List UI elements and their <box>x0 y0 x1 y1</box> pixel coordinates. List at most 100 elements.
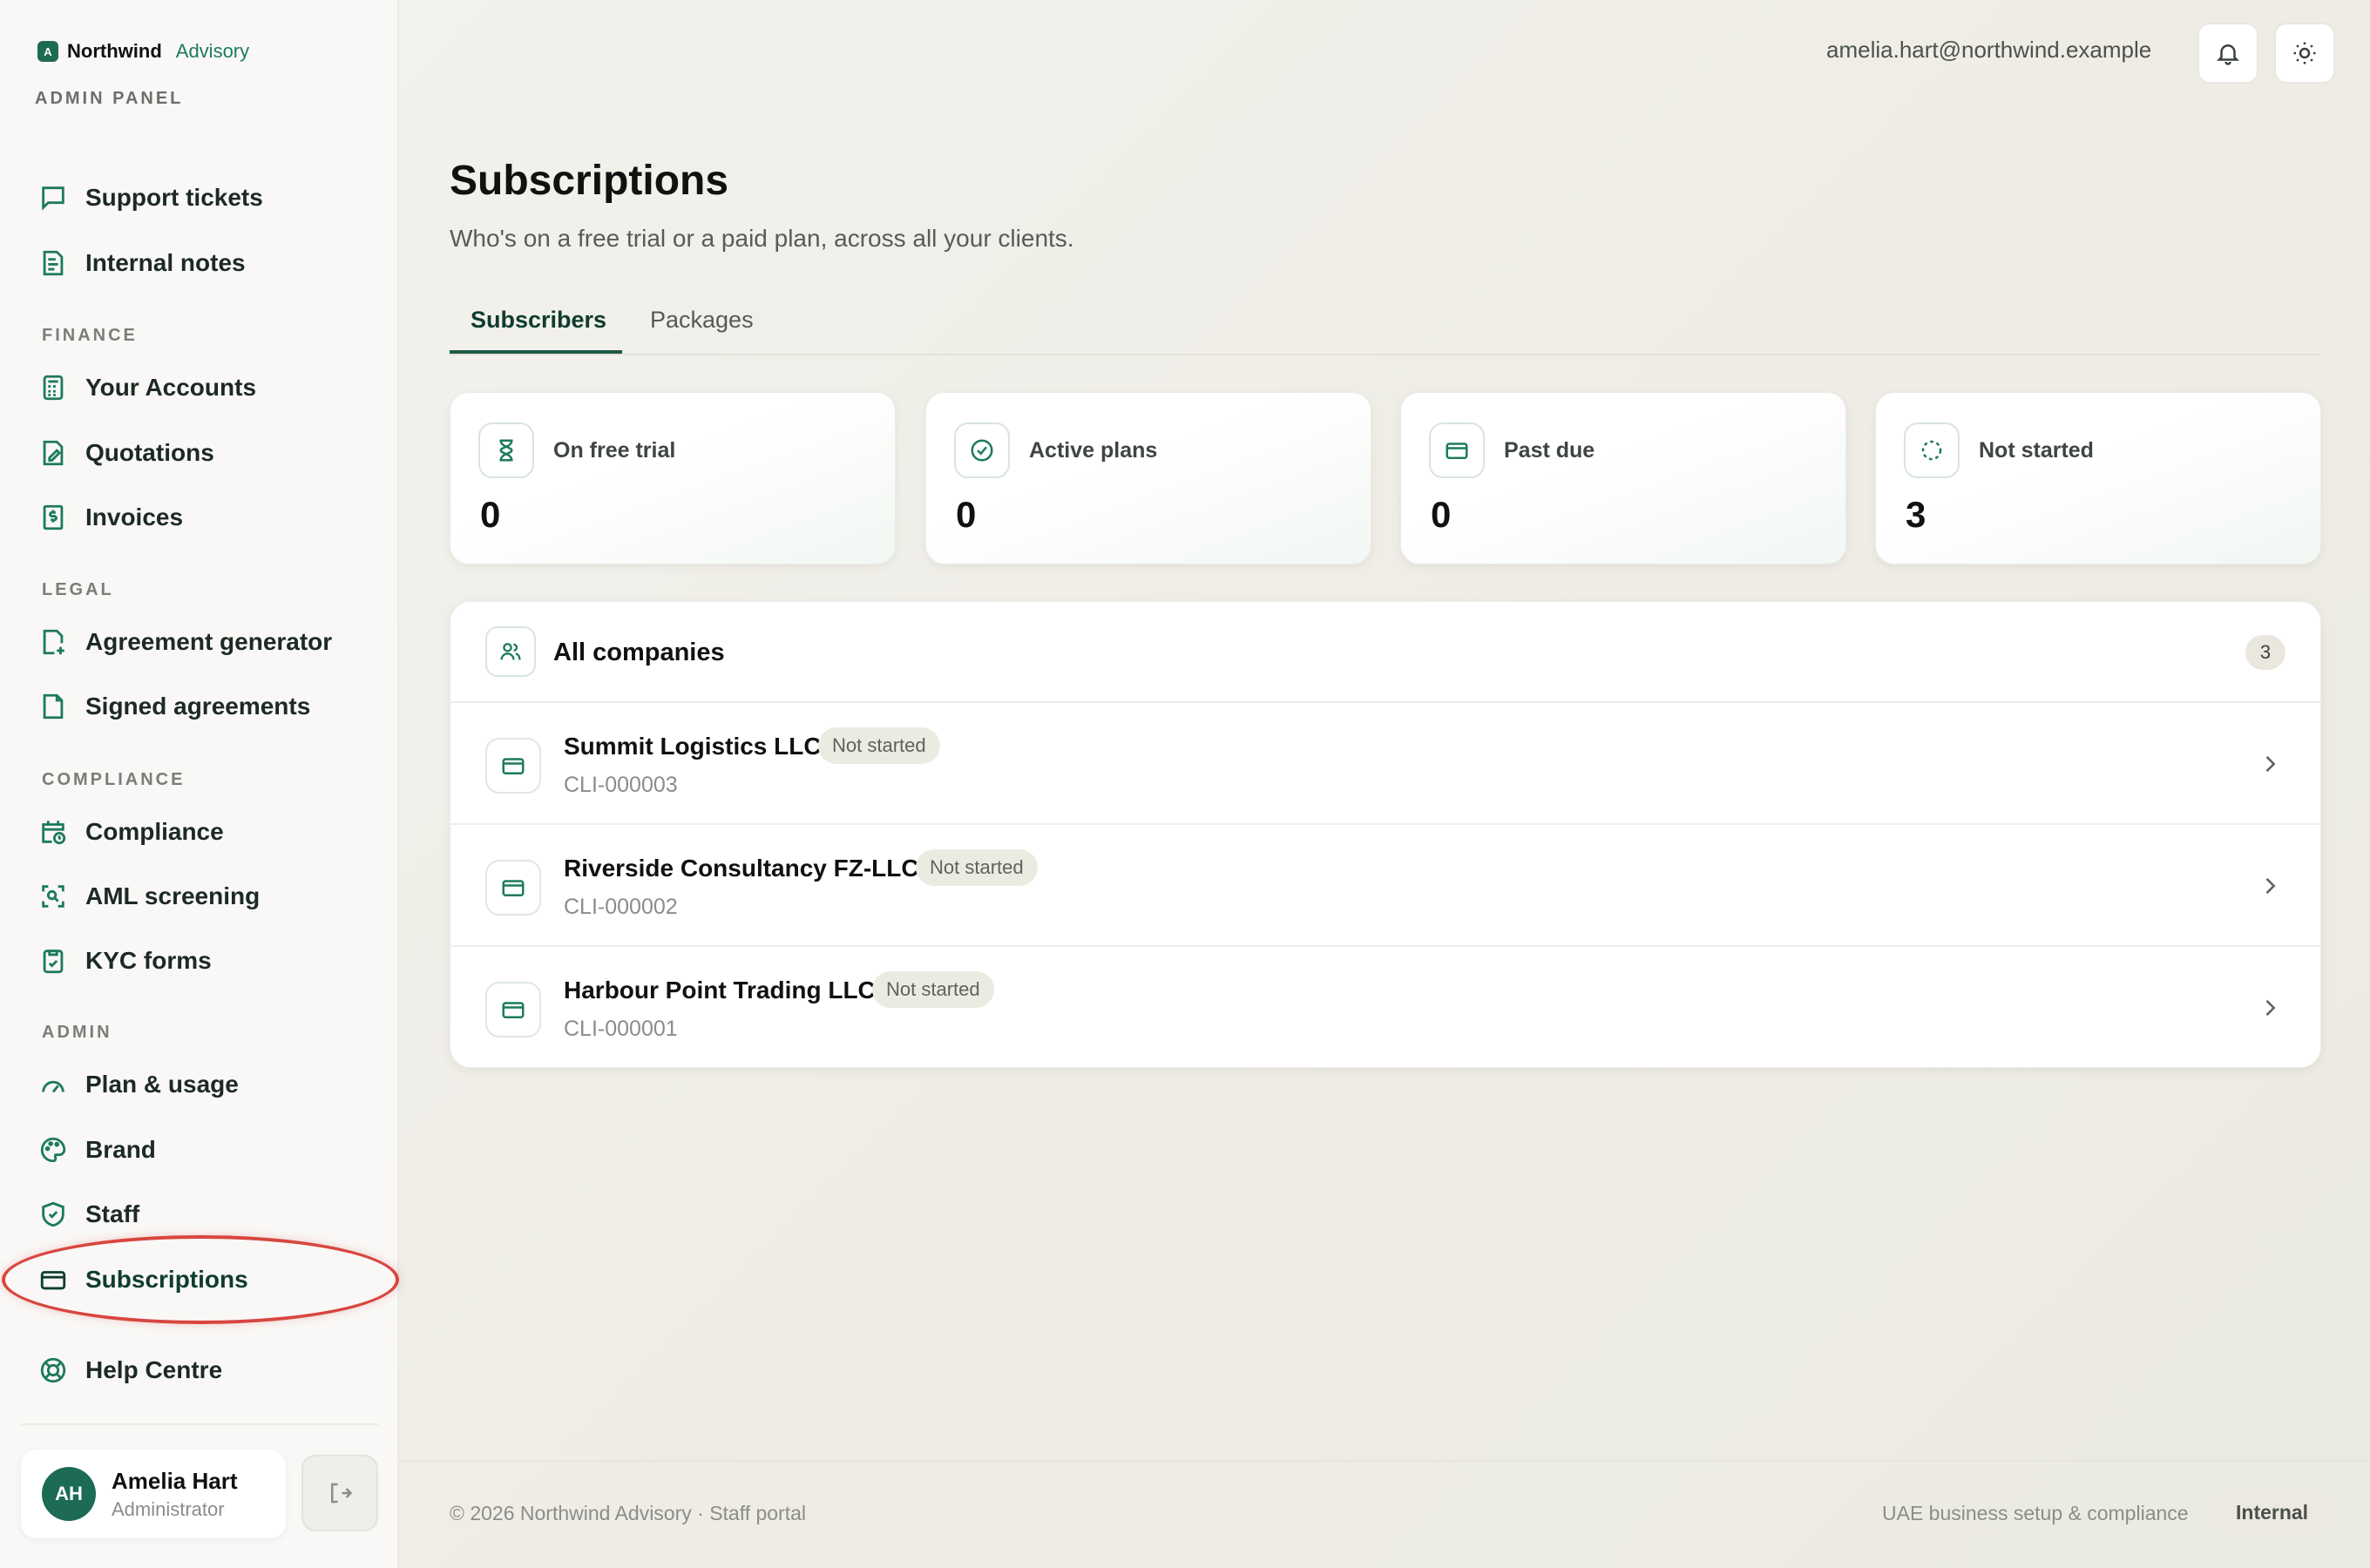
company-row[interactable]: Summit Logistics LLC Not started CLI-000… <box>450 703 2320 825</box>
hourglass-icon <box>499 439 513 462</box>
sidebar-item-brand[interactable]: Brand <box>38 1128 378 1172</box>
company-name: Harbour Point Trading LLC <box>564 977 876 1004</box>
companies-title: All companies <box>553 639 725 666</box>
sidebar-item-label: KYC forms <box>85 947 212 974</box>
stat-icon <box>478 422 534 478</box>
users-icon <box>500 643 521 660</box>
user-info: Amelia Hart Administrator <box>112 1468 238 1521</box>
tab-active-indicator <box>450 350 622 354</box>
sidebar-item-agreement-generator[interactable]: Agreement generator <box>38 620 378 664</box>
company-name: Riverside Consultancy FZ-LLC <box>564 855 919 882</box>
sidebar-item-help-centre[interactable]: Help Centre <box>38 1348 378 1392</box>
sidebar-item-label: Staff <box>85 1200 140 1227</box>
companies-header: All companies 3 <box>450 602 2320 703</box>
invoice-icon <box>43 504 64 531</box>
sidebar-divider <box>21 1423 378 1425</box>
dashed-circle-icon <box>1921 440 1942 461</box>
section-label-compliance: COMPLIANCE <box>42 770 186 789</box>
company-row[interactable]: Harbour Point Trading LLC Not started CL… <box>450 947 2320 1067</box>
logout-icon <box>331 1483 353 1504</box>
status-badge: Not started <box>818 727 940 764</box>
brand[interactable]: A Northwind Advisory <box>37 40 249 63</box>
sidebar-item-kyc-forms[interactable]: KYC forms <box>38 939 378 983</box>
stat-value: 0 <box>956 494 977 535</box>
sidebar-item-label: Internal notes <box>85 249 246 276</box>
row-icon <box>485 738 541 794</box>
sidebar-item-compliance[interactable]: Compliance <box>38 810 378 854</box>
doc-plus-icon <box>43 629 64 655</box>
notes-icon <box>43 250 64 276</box>
sidebar-item-label: Subscriptions <box>85 1266 248 1293</box>
stat-icon <box>954 422 1010 478</box>
footer-internal-badge: Internal <box>2220 1495 2325 1530</box>
stat-card-free-trial: On free trial 0 <box>450 392 896 564</box>
sidebar-item-plan-usage[interactable]: Plan & usage <box>38 1063 378 1106</box>
sidebar-item-label: Invoices <box>85 504 184 531</box>
brand-sub: Advisory <box>175 40 250 62</box>
sidebar-item-your-accounts[interactable]: Your Accounts <box>38 366 378 409</box>
calendar-clock-icon <box>42 821 66 845</box>
check-circle-icon <box>971 439 993 462</box>
page-subtitle: Who's on a free trial or a paid plan, ac… <box>450 225 1074 252</box>
sidebar-item-invoices[interactable]: Invoices <box>38 496 378 539</box>
card-icon <box>1446 443 1468 459</box>
section-label-finance: FINANCE <box>42 326 138 345</box>
footer-copyright: © 2026 Northwind Advisory · Staff portal <box>450 1502 807 1524</box>
theme-toggle-button[interactable] <box>2274 23 2335 84</box>
sidebar-item-aml-screening[interactable]: AML screening <box>38 875 378 918</box>
lifebuoy-icon <box>40 1357 66 1383</box>
sidebar-item-label: Plan & usage <box>85 1071 239 1098</box>
stat-label: Past due <box>1504 438 1595 463</box>
card-icon <box>40 1271 66 1290</box>
stat-icon <box>1904 422 1960 478</box>
sidebar-item-label: Brand <box>85 1136 156 1163</box>
chevron-right-icon <box>2258 752 2282 776</box>
tab-subscribers[interactable]: Subscribers <box>471 307 606 334</box>
sidebar-item-label: Quotations <box>85 439 214 466</box>
section-label-legal: LEGAL <box>42 580 114 599</box>
stat-value: 0 <box>1431 494 1452 535</box>
stat-label: On free trial <box>553 438 676 463</box>
user-card[interactable]: AH Amelia Hart Administrator <box>21 1450 286 1538</box>
stat-card-active-plans: Active plans 0 <box>925 392 1371 564</box>
logout-button[interactable] <box>301 1455 378 1531</box>
stat-icon <box>1429 422 1485 478</box>
tab-packages[interactable]: Packages <box>650 307 754 334</box>
section-label-admin: ADMIN <box>42 1023 112 1042</box>
sidebar-item-staff[interactable]: Staff <box>38 1193 378 1236</box>
sidebar-item-signed-agreements[interactable]: Signed agreements <box>38 685 378 728</box>
brand-name: Northwind <box>67 40 162 62</box>
sidebar-item-support-tickets[interactable]: Support tickets <box>38 176 378 220</box>
company-row[interactable]: Riverside Consultancy FZ-LLC Not started… <box>450 825 2320 947</box>
panel-label: ADMIN PANEL <box>35 89 184 108</box>
page-title: Subscriptions <box>450 158 729 204</box>
footer-tagline: UAE business setup & compliance <box>1882 1502 2189 1524</box>
doc-icon <box>43 693 64 720</box>
stat-label: Not started <box>1979 438 2094 463</box>
company-id: CLI-000002 <box>564 895 678 919</box>
tab-bar: Subscribers Packages <box>450 301 2321 355</box>
sidebar-item-internal-notes[interactable]: Internal notes <box>38 241 378 285</box>
footer-divider <box>399 1460 2370 1462</box>
sidebar-item-quotations[interactable]: Quotations <box>38 431 378 475</box>
stat-label: Active plans <box>1029 438 1158 463</box>
chevron-right-icon <box>2258 996 2282 1020</box>
calculator-icon <box>43 375 64 401</box>
row-icon <box>485 982 541 1037</box>
sidebar-item-label: Help Centre <box>85 1356 223 1383</box>
stat-card-past-due: Past due 0 <box>1400 392 1846 564</box>
row-icon <box>485 860 541 916</box>
shield-icon <box>42 1201 64 1227</box>
stat-card-not-started: Not started 3 <box>1875 392 2321 564</box>
avatar: AH <box>42 1467 96 1521</box>
card-icon <box>502 880 525 896</box>
companies-panel: All companies 3 Summit Logistics LLC Not… <box>450 601 2321 1068</box>
company-id: CLI-000003 <box>564 773 678 797</box>
sidebar-item-subscriptions[interactable]: Subscriptions <box>38 1258 378 1301</box>
sun-icon <box>2293 42 2316 64</box>
user-email: amelia.hart@northwind.example <box>1826 37 2152 63</box>
company-name: Summit Logistics LLC <box>564 733 822 760</box>
notifications-button[interactable] <box>2197 23 2258 84</box>
card-icon <box>502 758 525 774</box>
sidebar-item-label: AML screening <box>85 882 261 909</box>
